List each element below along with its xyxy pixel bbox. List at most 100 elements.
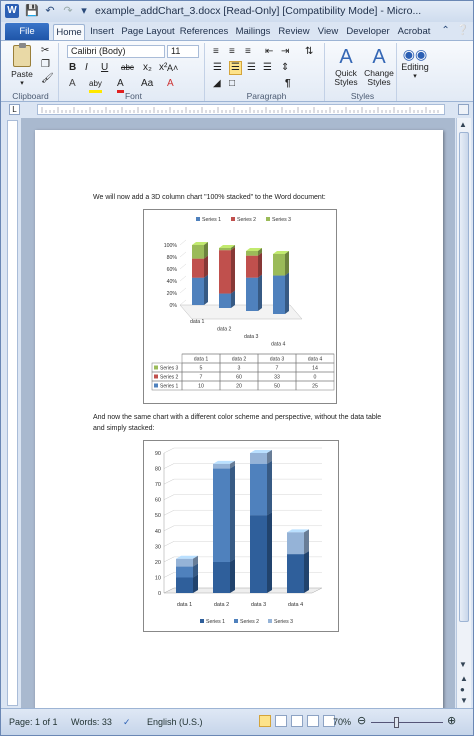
change-styles-button[interactable]: A Change Styles	[363, 45, 395, 87]
x-tick-label: data 1	[177, 602, 192, 608]
word-count[interactable]: Words: 33	[71, 717, 112, 727]
cut-icon[interactable]: ✂	[41, 45, 49, 57]
language[interactable]: English (U.S.)	[147, 717, 203, 727]
table-value: 7	[200, 375, 203, 381]
table-value: 33	[274, 375, 280, 381]
redo-icon[interactable]: ↷	[61, 4, 75, 18]
multilevel-list-icon[interactable]: ≡	[245, 46, 251, 58]
chart-1-bars: 0% 20% 40% 60% 80% 100% data 1 data 2 data 3 data…	[164, 239, 303, 348]
shading-icon[interactable]: ◢	[213, 78, 221, 90]
page-count[interactable]: Page: 1 of 1	[9, 717, 58, 727]
ribbon-tabs: File Home Insert Page Layout References …	[1, 22, 473, 40]
full-screen-reading-icon[interactable]	[275, 715, 287, 727]
ruler-row: L	[1, 102, 473, 116]
format-painter-icon[interactable]: 🖌	[41, 73, 54, 85]
scroll-thumb[interactable]	[459, 132, 469, 622]
horizontal-ruler[interactable]	[37, 104, 445, 115]
bar-data2-0-side	[231, 290, 235, 308]
paste-button[interactable]: Paste ▾	[9, 43, 35, 88]
bar-data2-0	[213, 561, 230, 593]
italic-button[interactable]: I	[85, 62, 88, 74]
vertical-ruler[interactable]	[7, 120, 18, 706]
gridline-depth	[163, 494, 175, 500]
bar-data3-0-side	[258, 274, 262, 311]
line-spacing-icon[interactable]: ⇕	[281, 62, 289, 74]
tab-insert[interactable]: Insert	[87, 24, 117, 40]
subscript-button[interactable]: x₂	[143, 62, 152, 74]
justify-icon[interactable]: ☰	[263, 62, 272, 74]
customize-icon[interactable]: ▾	[77, 4, 91, 18]
legend-label: Series 2	[237, 217, 256, 223]
document-page[interactable]: We will now add a 3D column chart "100% …	[35, 130, 443, 708]
underline-button[interactable]: U	[101, 62, 108, 74]
strikethrough-button[interactable]: abc	[121, 62, 134, 74]
text-effects-button[interactable]: A	[69, 78, 76, 90]
x-tick-label: data 3	[244, 334, 259, 340]
x-tick-label: data 4	[288, 602, 303, 608]
grow-font-button[interactable]: A˄	[167, 62, 178, 74]
align-center-icon[interactable]: ☰	[229, 61, 242, 75]
proofing-icon[interactable]: ✓	[123, 717, 131, 728]
y-tick-label: 20	[155, 560, 161, 566]
clipboard-group-label: Clipboard	[12, 91, 49, 101]
tab-home[interactable]: Home	[53, 24, 85, 40]
sort-icon[interactable]: ⇅	[305, 46, 313, 58]
minimize-ribbon-icon[interactable]: ⌃	[441, 25, 449, 36]
zoom-in-icon[interactable]: ⊕	[447, 714, 456, 727]
outline-view-icon[interactable]	[307, 715, 319, 727]
scroll-down-icon[interactable]: ▼	[459, 660, 467, 669]
tab-view[interactable]: View	[315, 24, 341, 40]
bar-data1-2	[192, 245, 204, 259]
undo-icon[interactable]: ↶	[43, 4, 57, 18]
zoom-slider[interactable]	[371, 722, 443, 723]
browse-object-icon[interactable]: ●	[460, 685, 465, 694]
table-header: data 3	[270, 357, 285, 363]
decrease-indent-icon[interactable]: ⇤	[265, 46, 273, 58]
align-left-icon[interactable]: ☰	[213, 62, 222, 74]
web-layout-icon[interactable]	[291, 715, 303, 727]
tab-acrobat[interactable]: Acrobat	[395, 24, 433, 40]
quick-styles-button[interactable]: A Quick Styles	[331, 45, 361, 87]
chart-1[interactable]: Series 1 Series 2 Series 3 0% 20% 40% 60% 80% 10…	[143, 209, 337, 404]
bar-data1-1	[176, 566, 193, 578]
tab-file[interactable]: File	[5, 23, 49, 40]
show-hide-marks-icon[interactable]: ¶	[285, 78, 291, 90]
tab-page-layout[interactable]: Page Layout	[121, 24, 175, 40]
previous-page-icon[interactable]: ▲	[460, 674, 468, 683]
font-name-combo[interactable]: Calibri (Body)	[67, 45, 165, 58]
print-layout-view-icon[interactable]	[259, 715, 271, 727]
align-right-icon[interactable]: ☰	[247, 62, 256, 74]
tab-selector-icon[interactable]: L	[9, 104, 20, 115]
bold-button[interactable]: B	[69, 62, 76, 74]
tab-mailings[interactable]: Mailings	[233, 24, 273, 40]
font-size-combo[interactable]: 11	[167, 45, 199, 58]
change-case-button[interactable]: Aa	[141, 78, 153, 90]
numbering-icon[interactable]: ≡	[229, 46, 235, 58]
word-app-icon[interactable]: W	[5, 4, 19, 18]
clear-formatting-button[interactable]: A	[167, 78, 174, 90]
gridline	[179, 263, 187, 270]
legend-swatch	[234, 619, 238, 623]
view-ruler-icon[interactable]	[458, 104, 469, 115]
help-icon[interactable]: ❔	[457, 25, 469, 36]
copy-icon[interactable]: ❐	[41, 59, 50, 71]
editing-button[interactable]: ◉◉ Editing ▾	[399, 45, 431, 81]
tab-references[interactable]: References	[179, 24, 229, 40]
paste-dropdown-icon[interactable]: ▾	[9, 79, 35, 88]
y-tick-label: 100%	[164, 243, 178, 249]
chart-2[interactable]: 0 10 20 30 40 50 60 70 80 90 data 1 data 2 data 3 dat…	[143, 440, 339, 632]
tab-review[interactable]: Review	[277, 24, 311, 40]
zoom-slider-thumb[interactable]	[394, 717, 399, 728]
tab-developer[interactable]: Developer	[345, 24, 391, 40]
bullets-icon[interactable]: ≡	[213, 46, 219, 58]
increase-indent-icon[interactable]: ⇥	[281, 46, 289, 58]
zoom-level[interactable]: 70%	[333, 717, 351, 727]
word-window: W 💾 ↶ ↷ ▾ example_addChart_3.docx [Read-…	[0, 0, 474, 736]
borders-icon[interactable]: □	[229, 78, 235, 90]
bar-data3-0	[246, 277, 258, 311]
zoom-out-icon[interactable]: ⊖	[357, 714, 366, 727]
save-icon[interactable]: 💾	[25, 4, 39, 18]
vertical-scrollbar[interactable]: ▲ ▼ ▲ ● ▼	[456, 118, 471, 708]
next-page-icon[interactable]: ▼	[460, 696, 468, 705]
scroll-up-icon[interactable]: ▲	[459, 120, 467, 129]
